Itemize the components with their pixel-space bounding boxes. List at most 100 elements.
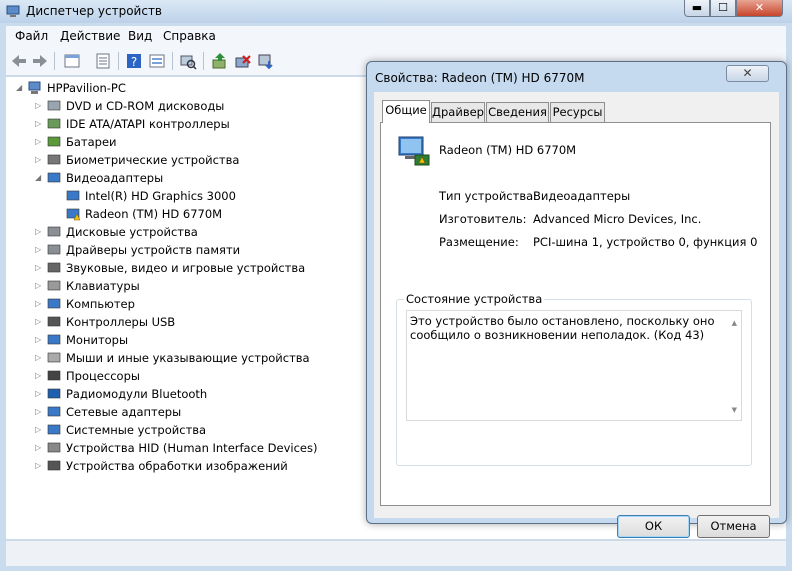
expand-arrow-icon[interactable]: ▷: [35, 403, 45, 421]
bluetooth-icon: [47, 388, 61, 399]
maximize-button[interactable]: ☐: [710, 0, 736, 17]
expand-arrow-icon[interactable]: ▷: [35, 385, 45, 403]
device-status-textbox[interactable]: Это устройство было остановлено, посколь…: [406, 310, 742, 421]
display-adapter-icon: [66, 190, 80, 201]
manufacturer-value: Advanced Micro Devices, Inc.: [533, 212, 702, 226]
tree-node-label: Клавиатуры: [66, 279, 140, 293]
keyboard-icon: [47, 280, 61, 291]
ok-button[interactable]: ОК: [617, 515, 690, 538]
device-status-title: Состояние устройства: [404, 292, 545, 306]
manufacturer-label: Изготовитель:: [439, 212, 527, 226]
hid-icon: [47, 442, 61, 453]
help-icon[interactable]: ?: [125, 52, 143, 70]
tree-node-label: Биометрические устройства: [66, 153, 240, 167]
menu-help[interactable]: Справка: [163, 29, 216, 43]
tree-node-label: Процессоры: [66, 369, 140, 383]
close-button[interactable]: ✕: [736, 0, 783, 17]
tree-node-label: Звуковые, видео и игровые устройства: [66, 261, 306, 275]
menu-bar: Файл Действие Вид Справка: [6, 26, 786, 46]
computer-icon: [28, 81, 41, 94]
device-type-value: Видеоадаптеры: [533, 189, 631, 203]
usb-icon: [47, 316, 61, 327]
display-adapter-warning-icon: [66, 208, 81, 221]
expand-arrow-icon[interactable]: ▷: [35, 115, 45, 133]
properties-view-icon[interactable]: [63, 52, 81, 70]
tree-node-label: Устройства HID (Human Interface Devices): [66, 441, 318, 455]
device-status-group: Состояние устройства Это устройство было…: [396, 292, 752, 466]
battery-icon: [47, 136, 61, 147]
expand-arrow-icon[interactable]: ▷: [35, 331, 45, 349]
expand-arrow-icon[interactable]: ▷: [35, 313, 45, 331]
toolbar-separator: [54, 52, 55, 70]
expand-arrow-icon[interactable]: ▷: [35, 223, 45, 241]
device-name: Radeon (TM) HD 6770M: [439, 143, 577, 157]
expand-arrow-icon[interactable]: ▷: [35, 133, 45, 151]
tree-node-label: Intel(R) HD Graphics 3000: [85, 189, 236, 203]
expand-arrow-icon[interactable]: ▷: [35, 151, 45, 169]
location-value: PCI-шина 1, устройство 0, функция 0: [533, 235, 758, 249]
tab-details[interactable]: Сведения: [486, 102, 549, 122]
tab-resources[interactable]: Ресурсы: [550, 102, 605, 122]
expand-arrow-icon[interactable]: ▷: [35, 439, 45, 457]
uninstall-device-icon[interactable]: [257, 52, 275, 70]
network-adapter-icon: [47, 406, 61, 417]
scroll-up-arrow-icon[interactable]: ▲: [732, 316, 737, 330]
toolbar-separator: [203, 52, 204, 70]
expand-arrow-icon[interactable]: ▷: [35, 259, 45, 277]
tree-node-label: Дисковые устройства: [66, 225, 198, 239]
minimize-button[interactable]: ▬: [684, 0, 710, 17]
device-status-text: Это устройство было остановлено, посколь…: [410, 314, 715, 342]
tree-node-label: IDE ATA/ATAPI контроллеры: [66, 117, 230, 131]
expand-arrow-icon[interactable]: ▷: [35, 295, 45, 313]
tab-driver[interactable]: Драйвер: [431, 102, 485, 122]
tree-node-label: Сетевые адаптеры: [66, 405, 182, 419]
expand-arrow-icon[interactable]: ▷: [35, 277, 45, 295]
device-type-label: Тип устройства:: [439, 189, 538, 203]
processor-icon: [47, 370, 61, 381]
system-device-icon: [47, 424, 61, 435]
menu-file[interactable]: Файл: [15, 29, 48, 43]
general-tab-panel: Radeon (TM) HD 6770M Тип устройства: Вид…: [380, 122, 771, 506]
menu-action[interactable]: Действие: [60, 29, 120, 43]
svg-text:?: ?: [131, 55, 137, 69]
expand-arrow-icon[interactable]: ▷: [35, 457, 45, 475]
back-arrow-icon[interactable]: [10, 52, 28, 70]
collapse-arrow-icon[interactable]: ◢: [35, 169, 45, 187]
expand-arrow-icon[interactable]: ▷: [35, 241, 45, 259]
ide-controller-icon: [47, 118, 61, 129]
tree-node-label: Контроллеры USB: [66, 315, 176, 329]
tab-general[interactable]: Общие: [382, 100, 430, 123]
fingerprint-icon: [47, 154, 61, 165]
title-bar[interactable]: Диспетчер устройств ▬ ☐ ✕: [0, 0, 792, 23]
expand-arrow-icon[interactable]: ▷: [35, 349, 45, 367]
dialog-title: Свойства: Radeon (TM) HD 6770M: [375, 71, 585, 85]
computer-icon: [47, 298, 61, 309]
dvd-drive-icon: [47, 100, 61, 111]
storage-driver-icon: [47, 244, 61, 255]
dialog-close-button[interactable]: ✕: [726, 65, 769, 82]
tree-node-label: Системные устройства: [66, 423, 207, 437]
cancel-button[interactable]: Отмена: [697, 515, 770, 538]
tree-node-label: Мониторы: [66, 333, 129, 347]
menu-view[interactable]: Вид: [128, 29, 152, 43]
show-hidden-icon[interactable]: [148, 52, 166, 70]
collapse-arrow-icon[interactable]: ◢: [16, 79, 26, 97]
tree-node-label: DVD и CD-ROM дисководы: [66, 99, 225, 113]
expand-arrow-icon[interactable]: ▷: [35, 421, 45, 439]
expand-arrow-icon[interactable]: ▷: [35, 367, 45, 385]
forward-arrow-icon[interactable]: [31, 52, 49, 70]
update-driver-icon[interactable]: [211, 52, 229, 70]
scan-hardware-icon[interactable]: [179, 52, 197, 70]
tree-node-label: Драйверы устройств памяти: [66, 243, 241, 257]
expand-arrow-icon[interactable]: ▷: [35, 97, 45, 115]
scroll-down-arrow-icon[interactable]: ▼: [732, 403, 737, 417]
details-icon[interactable]: [94, 52, 112, 70]
tree-root-label: HPPavilion-PC: [47, 81, 126, 95]
device-manager-icon: [6, 5, 20, 17]
properties-dialog: Свойства: Radeon (TM) HD 6770M ✕ Общие Д…: [366, 61, 787, 538]
status-bar: [6, 540, 786, 566]
display-adapter-icon: [47, 172, 61, 183]
tree-node-label: Радиомодули Bluetooth: [66, 387, 208, 401]
disable-device-icon[interactable]: [234, 52, 252, 70]
camera-icon: [47, 460, 61, 471]
